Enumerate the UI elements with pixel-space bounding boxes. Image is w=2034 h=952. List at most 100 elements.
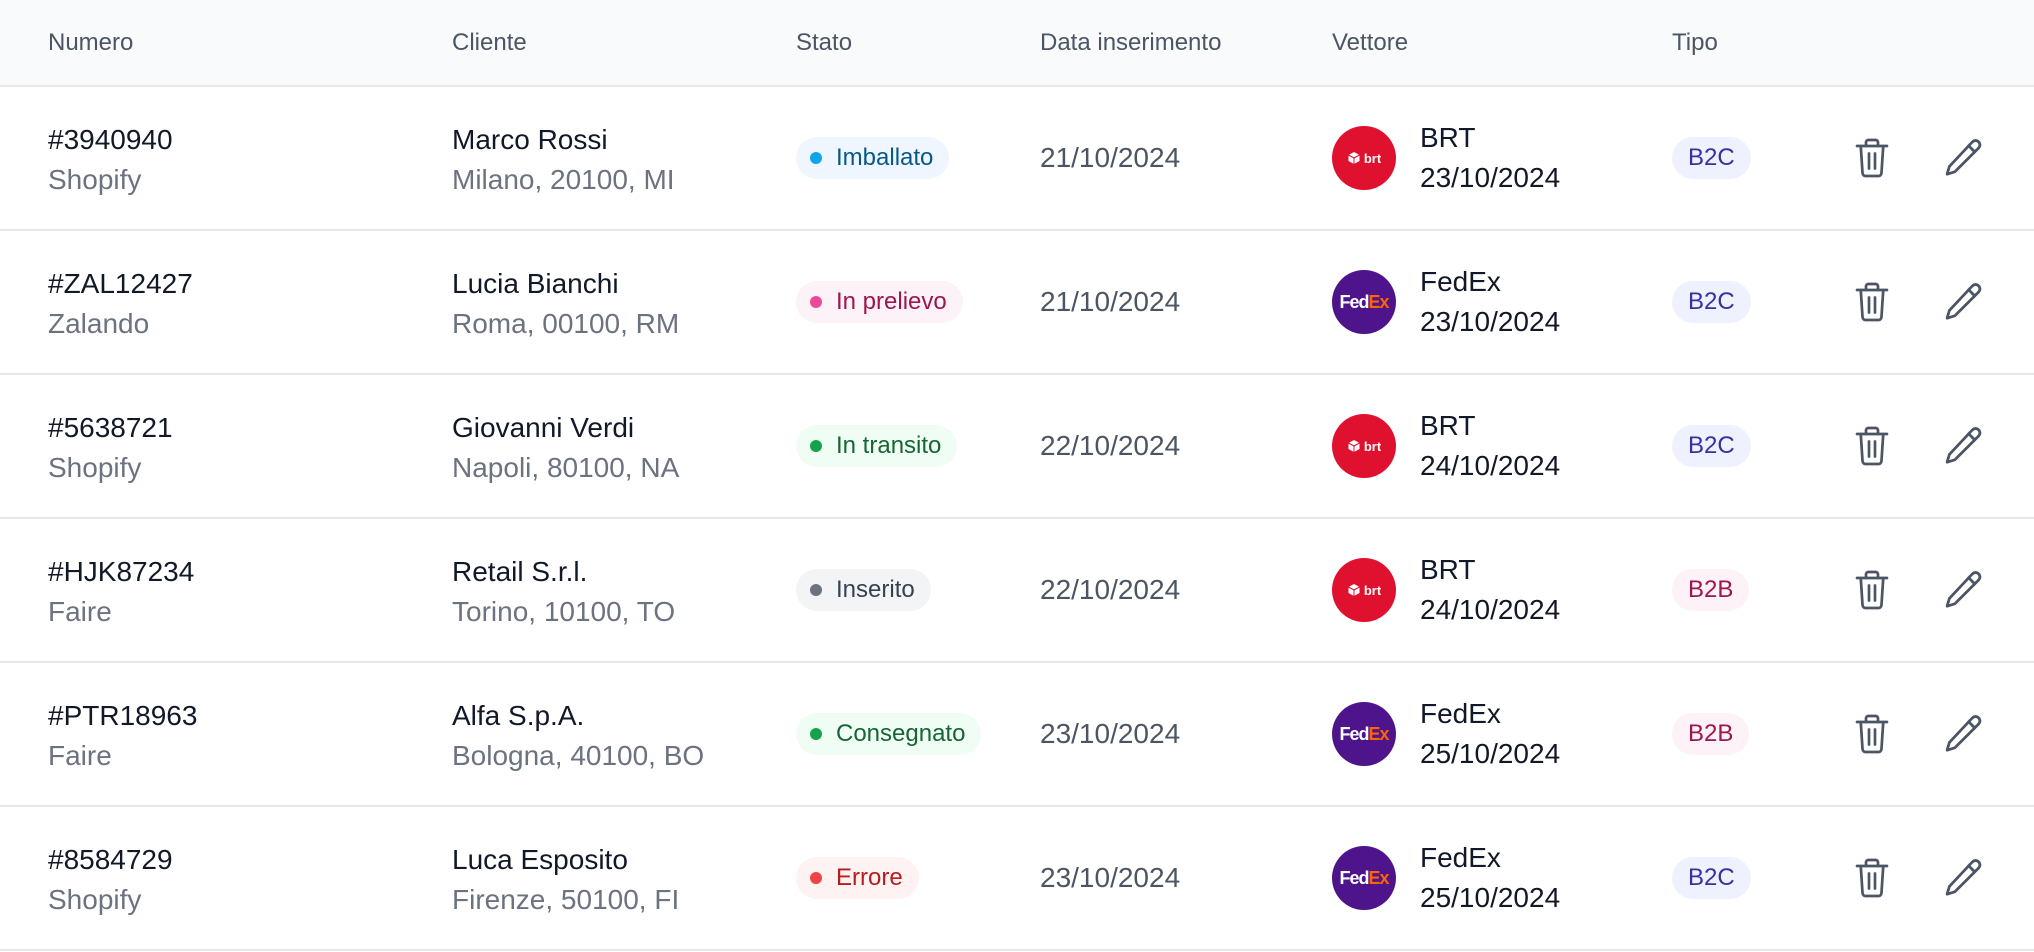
trash-icon[interactable] <box>1852 136 1892 180</box>
table-header: Numero Cliente Stato Data inserimento Ve… <box>0 0 2034 87</box>
pencil-icon[interactable] <box>1944 712 1984 756</box>
insert-date: 23/10/2024 <box>1040 718 1181 749</box>
client-cell: Alfa S.p.A. Bologna, 40100, BO <box>452 696 704 776</box>
brt-logo-text: brt <box>1363 582 1382 598</box>
trash-icon[interactable] <box>1852 280 1892 324</box>
fedex-logo-icon: FedEx <box>1332 846 1396 910</box>
type-badge: B2C <box>1672 281 1751 323</box>
table-row[interactable]: #5638721 Shopify Giovanni Verdi Napoli, … <box>0 375 2034 519</box>
order-source: Zalando <box>48 308 150 339</box>
order-source: Shopify <box>48 452 142 483</box>
type-badge: B2C <box>1672 137 1751 179</box>
status-badge: Consegnato <box>796 713 982 755</box>
carrier-cell: FedEx FedEx 25/10/2024 <box>1332 807 1560 949</box>
trash-icon[interactable] <box>1852 712 1892 756</box>
order-number[interactable]: #8584729 <box>48 840 173 880</box>
brt-logo-icon: brt <box>1332 558 1396 622</box>
pencil-icon[interactable] <box>1944 280 1984 324</box>
order-number[interactable]: #5638721 <box>48 408 173 448</box>
type-badge: B2C <box>1672 857 1751 899</box>
client-name: Giovanni Verdi <box>452 412 635 443</box>
header-tipo[interactable]: Tipo <box>1672 29 1718 57</box>
pencil-icon[interactable] <box>1944 856 1984 900</box>
order-number[interactable]: #PTR18963 <box>48 696 197 736</box>
delivery-date: 24/10/2024 <box>1420 450 1561 481</box>
table-row[interactable]: #ZAL12427 Zalando Lucia Bianchi Roma, 00… <box>0 231 2034 375</box>
client-name: Luca Esposito <box>452 844 628 875</box>
type-badge: B2B <box>1672 569 1750 611</box>
client-cell: Giovanni Verdi Napoli, 80100, NA <box>452 408 679 488</box>
status-dot <box>810 152 822 164</box>
order-number[interactable]: #HJK87234 <box>48 552 194 592</box>
status-label: Imballato <box>836 144 934 171</box>
header-numero[interactable]: Numero <box>48 29 133 57</box>
order-number-cell: #ZAL12427 Zalando <box>48 264 193 344</box>
row-actions <box>1852 663 1984 805</box>
row-actions <box>1852 519 1984 661</box>
carrier-cell: brt BRT 24/10/2024 <box>1332 519 1560 661</box>
header-cliente[interactable]: Cliente <box>452 29 527 57</box>
box-icon <box>1348 584 1360 596</box>
trash-icon[interactable] <box>1852 424 1892 468</box>
order-number-cell: #8584729 Shopify <box>48 840 173 920</box>
status-cell: Inserito <box>796 519 931 661</box>
table-row[interactable]: #8584729 Shopify Luca Esposito Firenze, … <box>0 807 2034 951</box>
status-cell: Errore <box>796 807 919 949</box>
client-address: Bologna, 40100, BO <box>452 740 705 771</box>
insert-date: 21/10/2024 <box>1040 142 1181 173</box>
carrier-name: BRT <box>1420 554 1476 585</box>
row-actions <box>1852 231 1984 373</box>
header-vettore[interactable]: Vettore <box>1332 29 1408 57</box>
status-label: Errore <box>836 864 903 891</box>
carrier-name: FedEx <box>1420 842 1501 873</box>
row-actions <box>1852 87 1984 229</box>
trash-icon[interactable] <box>1852 856 1892 900</box>
brt-logo-text: brt <box>1363 438 1382 454</box>
carrier-cell: FedEx FedEx 23/10/2024 <box>1332 231 1560 373</box>
trash-icon[interactable] <box>1852 568 1892 612</box>
type-cell: B2C <box>1672 87 1751 229</box>
type-cell: B2B <box>1672 519 1750 661</box>
table-row[interactable]: #3940940 Shopify Marco Rossi Milano, 201… <box>0 87 2034 231</box>
client-address: Roma, 00100, RM <box>452 308 680 339</box>
pencil-icon[interactable] <box>1944 568 1984 612</box>
table-row[interactable]: #PTR18963 Faire Alfa S.p.A. Bologna, 401… <box>0 663 2034 807</box>
fedex-logo-icon: FedEx <box>1332 270 1396 334</box>
status-badge: Errore <box>796 857 919 899</box>
status-dot <box>810 872 822 884</box>
pencil-icon[interactable] <box>1944 136 1984 180</box>
orders-table: Numero Cliente Stato Data inserimento Ve… <box>0 0 2034 951</box>
carrier-name: BRT <box>1420 410 1476 441</box>
fedex-fe-text: Fed <box>1339 867 1369 888</box>
pencil-icon[interactable] <box>1944 424 1984 468</box>
type-cell: B2C <box>1672 375 1751 517</box>
status-cell: In prelievo <box>796 231 963 373</box>
status-cell: In transito <box>796 375 958 517</box>
status-badge: In prelievo <box>796 281 963 323</box>
box-icon <box>1348 440 1360 452</box>
order-number-cell: #PTR18963 Faire <box>48 696 197 776</box>
order-number-cell: #3940940 Shopify <box>48 120 173 200</box>
carrier-cell: brt BRT 23/10/2024 <box>1332 87 1560 229</box>
header-data-inserimento[interactable]: Data inserimento <box>1040 29 1221 57</box>
type-badge: B2B <box>1672 713 1750 755</box>
table-row[interactable]: #HJK87234 Faire Retail S.r.l. Torino, 10… <box>0 519 2034 663</box>
client-address: Napoli, 80100, NA <box>452 452 680 483</box>
client-cell: Retail S.r.l. Torino, 10100, TO <box>452 552 675 632</box>
order-source: Faire <box>48 596 112 627</box>
client-cell: Luca Esposito Firenze, 50100, FI <box>452 840 679 920</box>
brt-logo-text: brt <box>1363 150 1382 166</box>
type-badge: B2C <box>1672 425 1751 467</box>
insert-date: 22/10/2024 <box>1040 430 1181 461</box>
type-cell: B2C <box>1672 807 1751 949</box>
header-stato[interactable]: Stato <box>796 29 852 57</box>
order-number[interactable]: #3940940 <box>48 120 173 160</box>
client-address: Milano, 20100, MI <box>452 164 675 195</box>
carrier-name: FedEx <box>1420 698 1501 729</box>
delivery-date: 25/10/2024 <box>1420 738 1561 769</box>
order-source: Shopify <box>48 884 142 915</box>
fedex-ex-text: Ex <box>1368 867 1389 888</box>
client-name: Alfa S.p.A. <box>452 700 585 731</box>
order-number[interactable]: #ZAL12427 <box>48 264 193 304</box>
carrier-name: BRT <box>1420 122 1476 153</box>
